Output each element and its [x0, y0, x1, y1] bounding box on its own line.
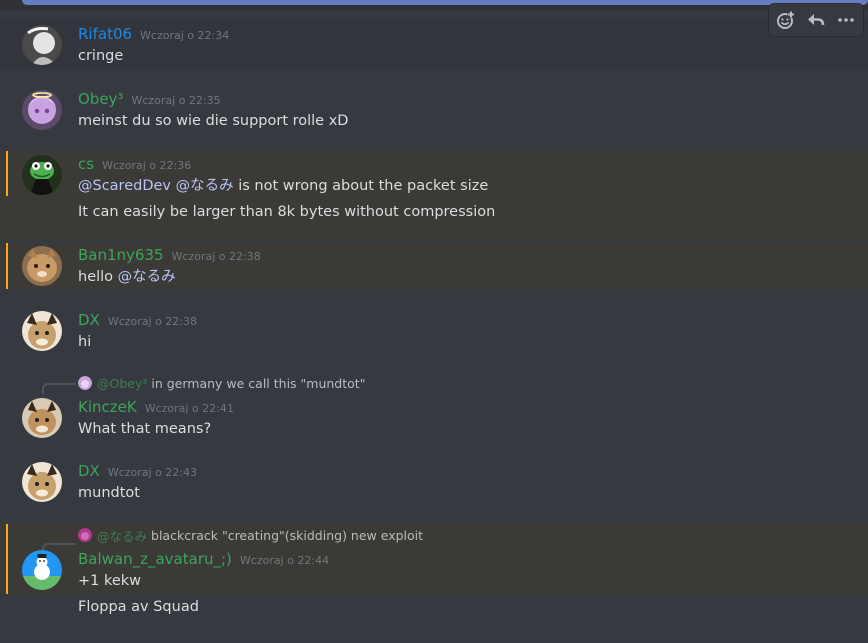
message-text: Floppa av Squad: [78, 599, 199, 615]
add-reaction-button[interactable]: [772, 6, 800, 34]
mention-indicator: [6, 151, 8, 196]
reply-connector: [42, 383, 76, 394]
timestamp: Wczoraj o 22:41: [144, 402, 234, 415]
message-text: mundtot: [78, 485, 140, 501]
user-mention[interactable]: @なるみ: [176, 178, 234, 194]
more-icon: [838, 18, 854, 22]
avatar[interactable]: [22, 311, 62, 351]
mention-indicator: [6, 243, 8, 289]
reply-preview[interactable]: @Obey³ in germany we call this "mundtot": [78, 374, 365, 392]
avatar[interactable]: [22, 462, 62, 502]
message-text: @ScaredDev @なるみ is not wrong about the p…: [78, 176, 488, 196]
reply-text: in germany we call this "mundtot": [151, 375, 366, 391]
timestamp: Wczoraj o 22:44: [239, 554, 330, 567]
message-text: hi: [78, 334, 92, 350]
add-reaction-icon: [777, 11, 795, 29]
message-text: meinst du so wie die support rolle xD: [78, 113, 349, 129]
avatar[interactable]: [22, 246, 62, 286]
avatar[interactable]: [22, 90, 62, 130]
user-mention[interactable]: @なるみ: [118, 269, 176, 285]
username[interactable]: Balwan_z_avataru_;): [78, 549, 232, 569]
reply-icon: [808, 14, 825, 26]
username[interactable]: Obey³: [78, 89, 123, 109]
mention-indicator: [6, 524, 8, 594]
message-text: What that means?: [78, 421, 212, 437]
avatar[interactable]: [22, 25, 62, 65]
message-text-rest: is not wrong about the packet size: [238, 178, 489, 194]
timestamp: Wczoraj o 22:34: [140, 29, 230, 42]
timestamp: Wczoraj o 22:38: [107, 315, 197, 328]
timestamp: Wczoraj o 22:38: [171, 250, 261, 263]
reply-text: blackcrack "creating"(skidding) new expl…: [151, 527, 424, 543]
username[interactable]: DX: [78, 461, 100, 481]
reply-preview[interactable]: @なるみ blackcrack "creating"(skidding) new…: [78, 526, 423, 544]
message-text: It can easily be larger than 8k bytes wi…: [78, 204, 496, 220]
timestamp: Wczoraj o 22:43: [107, 466, 197, 479]
message-text: hello @なるみ: [78, 267, 176, 287]
user-mention[interactable]: @ScaredDev: [78, 178, 171, 194]
username[interactable]: cs: [78, 154, 94, 174]
message-text: +1 kekw: [78, 573, 142, 589]
reply-avatar: [78, 376, 92, 390]
username[interactable]: Ban1ny635: [78, 245, 164, 265]
message-text: cringe: [78, 48, 124, 64]
top-bar: [0, 0, 868, 10]
reply-avatar: [78, 528, 92, 542]
username[interactable]: Rifat06: [78, 24, 132, 44]
reply-username[interactable]: @なるみ: [97, 526, 147, 545]
more-options-button[interactable]: [832, 6, 860, 34]
message-text-start: hello: [78, 269, 114, 285]
username[interactable]: KinczeK: [78, 397, 137, 417]
avatar[interactable]: [22, 155, 62, 195]
username[interactable]: DX: [78, 310, 100, 330]
avatar[interactable]: [22, 550, 62, 590]
avatar[interactable]: [22, 398, 62, 438]
previous-embed-edge: [22, 0, 868, 5]
chat-window: Rifat06 Wczoraj o 22:34 cringe Obey³ Wcz…: [0, 0, 868, 643]
timestamp: Wczoraj o 22:35: [131, 94, 221, 107]
message-actions-toolbar: [768, 3, 864, 37]
timestamp: Wczoraj o 22:36: [102, 159, 192, 172]
reply-button[interactable]: [802, 6, 830, 34]
reply-username[interactable]: @Obey³: [97, 376, 147, 391]
